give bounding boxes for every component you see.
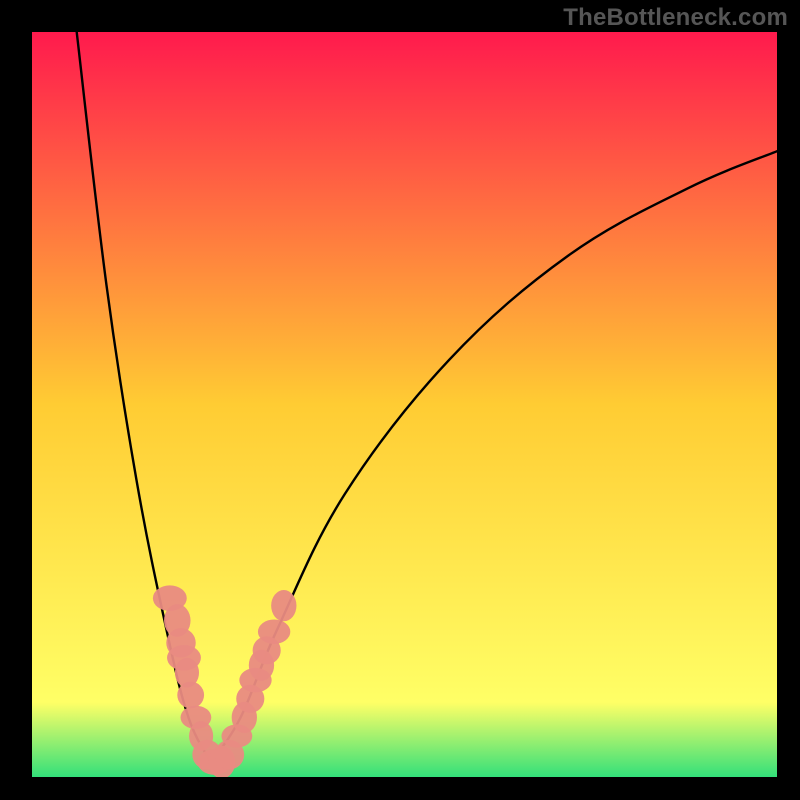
data-marker (177, 682, 204, 709)
data-marker (271, 590, 296, 621)
watermark-text: TheBottleneck.com (563, 4, 788, 32)
bottleneck-chart (0, 0, 800, 800)
gradient-background (32, 32, 777, 777)
chart-frame: TheBottleneck.com (0, 0, 800, 800)
data-marker (258, 620, 290, 644)
